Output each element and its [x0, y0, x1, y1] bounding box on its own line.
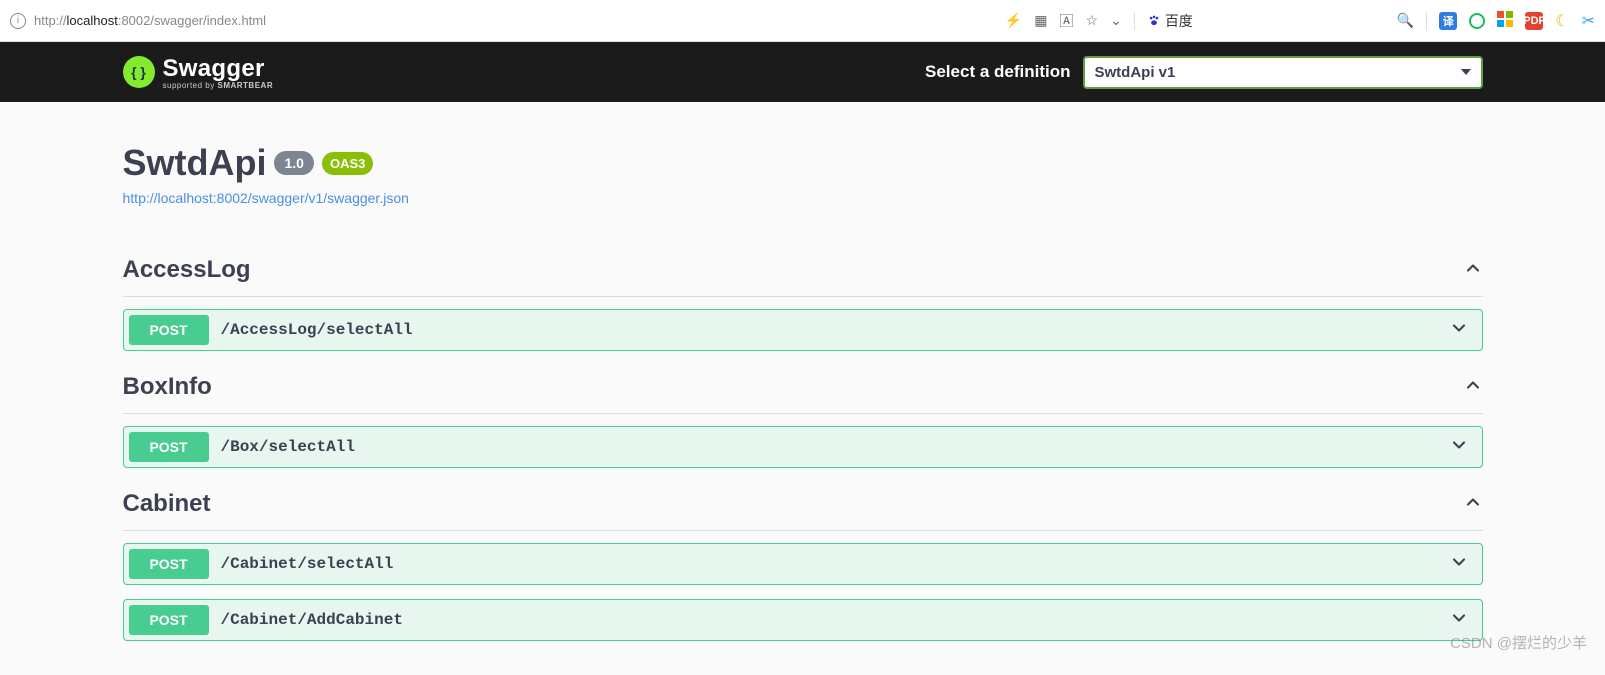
operation-path: /Cabinet/selectAll	[209, 555, 1449, 573]
spec-url-link[interactable]: http://localhost:8002/swagger/v1/swagger…	[123, 190, 409, 206]
definition-select-input[interactable]: SwtdApi v1	[1083, 56, 1483, 89]
swagger-badge-icon: { }	[123, 56, 155, 88]
tag-header[interactable]: BoxInfo	[123, 365, 1483, 414]
tag-section: AccessLog POST/AccessLog/selectAll	[123, 248, 1483, 351]
operation-block[interactable]: POST/AccessLog/selectAll	[123, 309, 1483, 351]
operation-summary[interactable]: POST/Cabinet/AddCabinet	[124, 600, 1482, 640]
tag-header[interactable]: Cabinet	[123, 482, 1483, 531]
lightning-icon[interactable]: ⚡	[1005, 12, 1022, 29]
translate-icon[interactable]: 🄰	[1060, 11, 1074, 31]
operation-path: /AccessLog/selectAll	[209, 321, 1449, 339]
http-method-badge: POST	[129, 315, 209, 345]
browser-action-icons: ⚡ ▦ 🄰 ☆ ⌄ 百度 🔍 译 PDF ☾ ✂	[1005, 11, 1595, 31]
url-text[interactable]: http://localhost:8002/swagger/index.html	[34, 13, 266, 28]
swagger-logo[interactable]: { } Swagger supported by SMARTBEAR	[123, 55, 274, 90]
ext-microsoft-icon[interactable]	[1497, 11, 1513, 30]
operation-path: /Cabinet/AddCabinet	[209, 611, 1449, 629]
api-info: SwtdApi 1.0 OAS3 http://localhost:8002/s…	[123, 142, 1483, 208]
oas-badge: OAS3	[322, 152, 373, 175]
baidu-icon[interactable]: 百度	[1147, 11, 1193, 31]
operation-block[interactable]: POST/Box/selectAll	[123, 426, 1483, 468]
definition-label: Select a definition	[925, 62, 1070, 82]
tag-section: CabinetPOST/Cabinet/selectAllPOST/Cabine…	[123, 482, 1483, 641]
chevron-up-icon	[1463, 375, 1483, 400]
qr-icon[interactable]: ▦	[1034, 12, 1047, 29]
http-method-badge: POST	[129, 432, 209, 462]
swagger-topbar: { } Swagger supported by SMARTBEAR Selec…	[0, 42, 1605, 102]
ext-moon-icon[interactable]: ☾	[1555, 11, 1569, 31]
tag-section: BoxInfo POST/Box/selectAll	[123, 365, 1483, 468]
ext-translate-icon[interactable]: 译	[1439, 12, 1457, 30]
ext-scissors-icon[interactable]: ✂	[1582, 11, 1595, 31]
search-icon[interactable]: 🔍	[1397, 12, 1414, 29]
tag-header[interactable]: AccessLog	[123, 248, 1483, 297]
chevron-down-icon	[1449, 435, 1477, 460]
operation-summary[interactable]: POST/Box/selectAll	[124, 427, 1482, 467]
tag-name: AccessLog	[123, 256, 251, 284]
operation-summary[interactable]: POST/Cabinet/selectAll	[124, 544, 1482, 584]
star-icon[interactable]: ☆	[1086, 12, 1099, 29]
version-badge: 1.0	[274, 151, 313, 175]
swagger-brand-text: Swagger	[163, 55, 274, 83]
operation-summary[interactable]: POST/AccessLog/selectAll	[124, 310, 1482, 350]
operation-path: /Box/selectAll	[209, 438, 1449, 456]
browser-address-bar: i http://localhost:8002/swagger/index.ht…	[0, 0, 1605, 42]
tag-name: Cabinet	[123, 490, 211, 518]
operation-block[interactable]: POST/Cabinet/selectAll	[123, 543, 1483, 585]
swagger-supported-by: supported by SMARTBEAR	[163, 81, 274, 90]
chevron-up-icon	[1463, 492, 1483, 517]
site-info-icon[interactable]: i	[10, 13, 26, 29]
chevron-down-icon	[1449, 608, 1477, 633]
http-method-badge: POST	[129, 605, 209, 635]
chevron-down-icon	[1449, 318, 1477, 343]
definition-select[interactable]: SwtdApi v1	[1083, 56, 1483, 89]
api-title: SwtdApi 1.0 OAS3	[123, 142, 1483, 184]
ext-circle-icon[interactable]	[1469, 13, 1485, 29]
chevron-down-icon[interactable]: ⌄	[1110, 12, 1122, 29]
tag-name: BoxInfo	[123, 373, 212, 401]
chevron-down-icon	[1449, 552, 1477, 577]
operation-block[interactable]: POST/Cabinet/AddCabinet	[123, 599, 1483, 641]
http-method-badge: POST	[129, 549, 209, 579]
ext-pdf-icon[interactable]: PDF	[1525, 12, 1543, 30]
chevron-up-icon	[1463, 258, 1483, 283]
